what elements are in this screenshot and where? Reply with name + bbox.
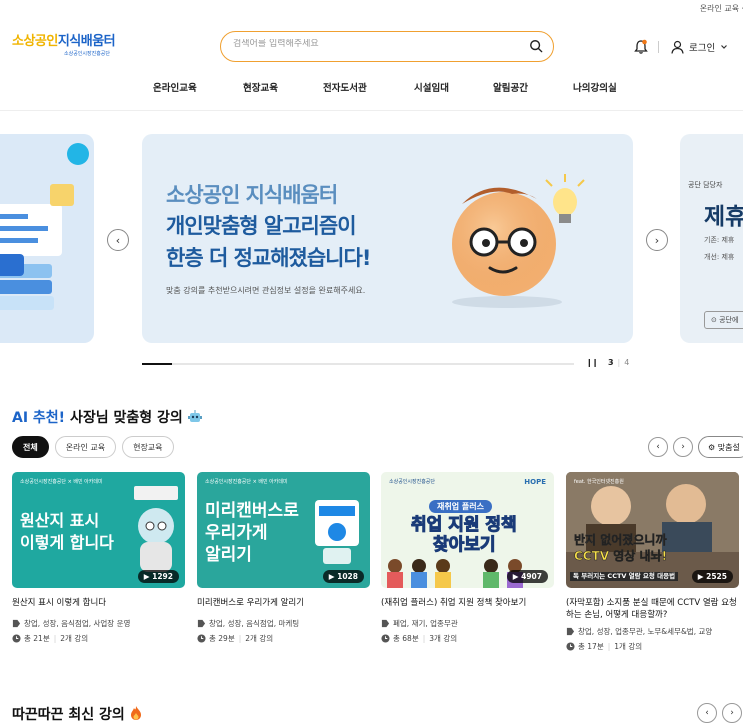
bell-icon[interactable] (634, 39, 648, 55)
header-divider (658, 41, 659, 53)
logo-subtitle: 소상공인시장진흥공단 (64, 51, 111, 57)
carousel-slide-current[interactable]: 소상공인 지식배움터 개인맞춤형 알고리즘이 한층 더 정교해졌습니다! 맞춤 … (142, 134, 633, 343)
course-thumbnail[interactable]: 소상공인시장진흥공단 × 배민 아카데미 원산지 표시 이렇게 합니다 ▶ 12… (12, 472, 185, 588)
course-card[interactable]: 소상공인시장진흥공단 × 배민 아카데미 원산지 표시 이렇게 합니다 ▶ 12… (12, 472, 185, 644)
slide-headline-2: 개인맞춤형 알고리즘이 (166, 214, 357, 238)
course-card[interactable]: 소상공인시장진흥공단 재취업 플러스 취업 지원 정책 찾아보기 HOPE ▶ … (381, 472, 554, 644)
ai-section-title: AI 추천! 사장님 맞춤형 강의 (12, 407, 202, 427)
carousel-next-button[interactable]: › (646, 229, 668, 251)
pause-icon[interactable]: ❙❙ (586, 358, 598, 367)
chevron-left-icon: ‹ (656, 442, 660, 452)
tag-icon (381, 620, 390, 628)
play-icon: ▶ (143, 572, 153, 581)
slide-cta-button[interactable]: ⊙ 공단에 (704, 311, 743, 329)
chevron-right-icon: › (681, 442, 685, 452)
carousel-progress (142, 363, 574, 365)
course-title[interactable]: 미리캔버스로 우리가게 알리기 (197, 597, 370, 609)
carousel-progress-fill (142, 363, 173, 365)
latest-section-title: 따끈따끈 최신 강의 (12, 704, 142, 724)
courses-next-button[interactable]: › (673, 437, 693, 457)
filter-chip-onsite[interactable]: 현장교육 (122, 436, 174, 458)
latest-next-button[interactable]: › (722, 703, 742, 723)
search-icon[interactable] (529, 39, 543, 53)
main-nav: 온라인교육 현장교육 전자도서관 시설임대 알림공간 나의강의실 (0, 80, 743, 98)
clock-icon (197, 634, 206, 643)
fire-icon (130, 706, 141, 720)
course-title[interactable]: (자막포함) 소지품 분실 때문에 CCTV 열람 요청하는 손님, 어떻게 대… (566, 597, 739, 622)
search-input[interactable] (233, 39, 513, 49)
slide-headline-1: 소상공인 지식배움터 (166, 183, 338, 207)
latest-prev-button[interactable]: ‹ (697, 703, 717, 723)
chevron-right-icon: › (730, 708, 734, 718)
site-logo[interactable]: 소상공인지식배움터 소상공인시장진흥공단 (12, 30, 122, 64)
search-box[interactable] (220, 31, 554, 62)
utility-link[interactable]: 온라인 교육 수 (700, 3, 743, 14)
course-title[interactable]: (재취업 플러스) 취업 지원 정책 찾아보기 (381, 597, 554, 609)
character-illustration (452, 174, 585, 308)
robot-icon (187, 410, 202, 422)
user-icon[interactable] (671, 40, 684, 54)
clock-icon (12, 634, 21, 643)
view-count-badge: ▶ 4907 (506, 570, 548, 583)
course-thumbnail[interactable]: 소상공인시장진흥공단 재취업 플러스 취업 지원 정책 찾아보기 HOPE ▶ … (381, 472, 554, 588)
gear-icon: ⚙ (708, 442, 718, 452)
slide-subtext: 맞춤 강의를 추천받으시려면 관심정보 설정을 완료해주세요. (166, 286, 366, 295)
slide-headline-3: 한층 더 정교해졌습니다! (166, 246, 371, 270)
courses-prev-button[interactable]: ‹ (648, 437, 668, 457)
filter-chip-online[interactable]: 온라인 교육 (54, 436, 117, 458)
nav-facility-rental[interactable]: 시설임대 (414, 80, 449, 94)
nav-e-library[interactable]: 전자도서관 (323, 80, 367, 94)
tag-icon (566, 627, 575, 635)
view-count-badge: ▶ 1292 (137, 570, 179, 583)
header-divider-line (0, 110, 743, 111)
check-icon: ⊙ (711, 316, 720, 324)
clock-icon (381, 634, 390, 643)
course-thumbnail[interactable]: 소상공인시장진흥공단 × 배민 아카데미 미리캔버스로 우리가게 알리기 ▶ 1… (197, 472, 370, 588)
chevron-right-icon: › (654, 233, 660, 247)
nav-notices[interactable]: 알림공간 (493, 80, 528, 94)
chevron-left-icon: ‹ (705, 708, 709, 718)
character-icon (134, 486, 178, 572)
tag-icon (12, 620, 21, 628)
nav-my-classroom[interactable]: 나의강의실 (573, 80, 617, 94)
view-count-badge: ▶ 1028 (322, 570, 364, 583)
carousel-prev-button[interactable]: ‹ (107, 229, 129, 251)
tag-icon (197, 620, 206, 628)
carousel-pager: ❙❙ 3 | 4 (586, 358, 630, 367)
chevron-down-icon[interactable] (719, 42, 729, 52)
carousel-slide-next[interactable]: 공단 담당자 제휴 기존: 제휴 개선: 제휴 ⊙ 공단에 (680, 134, 743, 343)
course-thumbnail[interactable]: feat. 한국인터넷진흥원 반지 없어졌으니까 CCTV 영상 내놔! 독 부… (566, 472, 739, 588)
clock-icon (566, 642, 575, 651)
preference-settings-button[interactable]: ⚙ 맞춤설 (698, 436, 743, 458)
filter-chip-all[interactable]: 전체 (12, 436, 49, 458)
play-icon: ▶ (328, 572, 338, 581)
course-title[interactable]: 원산지 표시 이렇게 합니다 (12, 597, 185, 609)
view-count-badge: ▶ 2525 (691, 570, 733, 583)
shop-illustration (315, 500, 359, 564)
play-icon: ▶ (512, 572, 522, 581)
carousel-slide-prev[interactable] (0, 134, 94, 343)
course-card[interactable]: 소상공인시장진흥공단 × 배민 아카데미 미리캔버스로 우리가게 알리기 ▶ 1… (197, 472, 370, 644)
nav-onsite-education[interactable]: 현장교육 (243, 80, 278, 94)
top-utility-bar: 온라인 교육 수 (0, 0, 743, 18)
site-header: 소상공인지식배움터 소상공인시장진흥공단 로그인 (0, 18, 743, 78)
hope-logo: HOPE (524, 478, 546, 486)
play-icon: ▶ (697, 572, 707, 581)
login-link[interactable]: 로그인 (689, 40, 715, 54)
chevron-left-icon: ‹ (115, 233, 121, 247)
nav-online-education[interactable]: 온라인교육 (153, 80, 197, 94)
course-card[interactable]: feat. 한국인터넷진흥원 반지 없어졌으니까 CCTV 영상 내놔! 독 부… (566, 472, 739, 652)
slide-illustration (0, 143, 89, 310)
